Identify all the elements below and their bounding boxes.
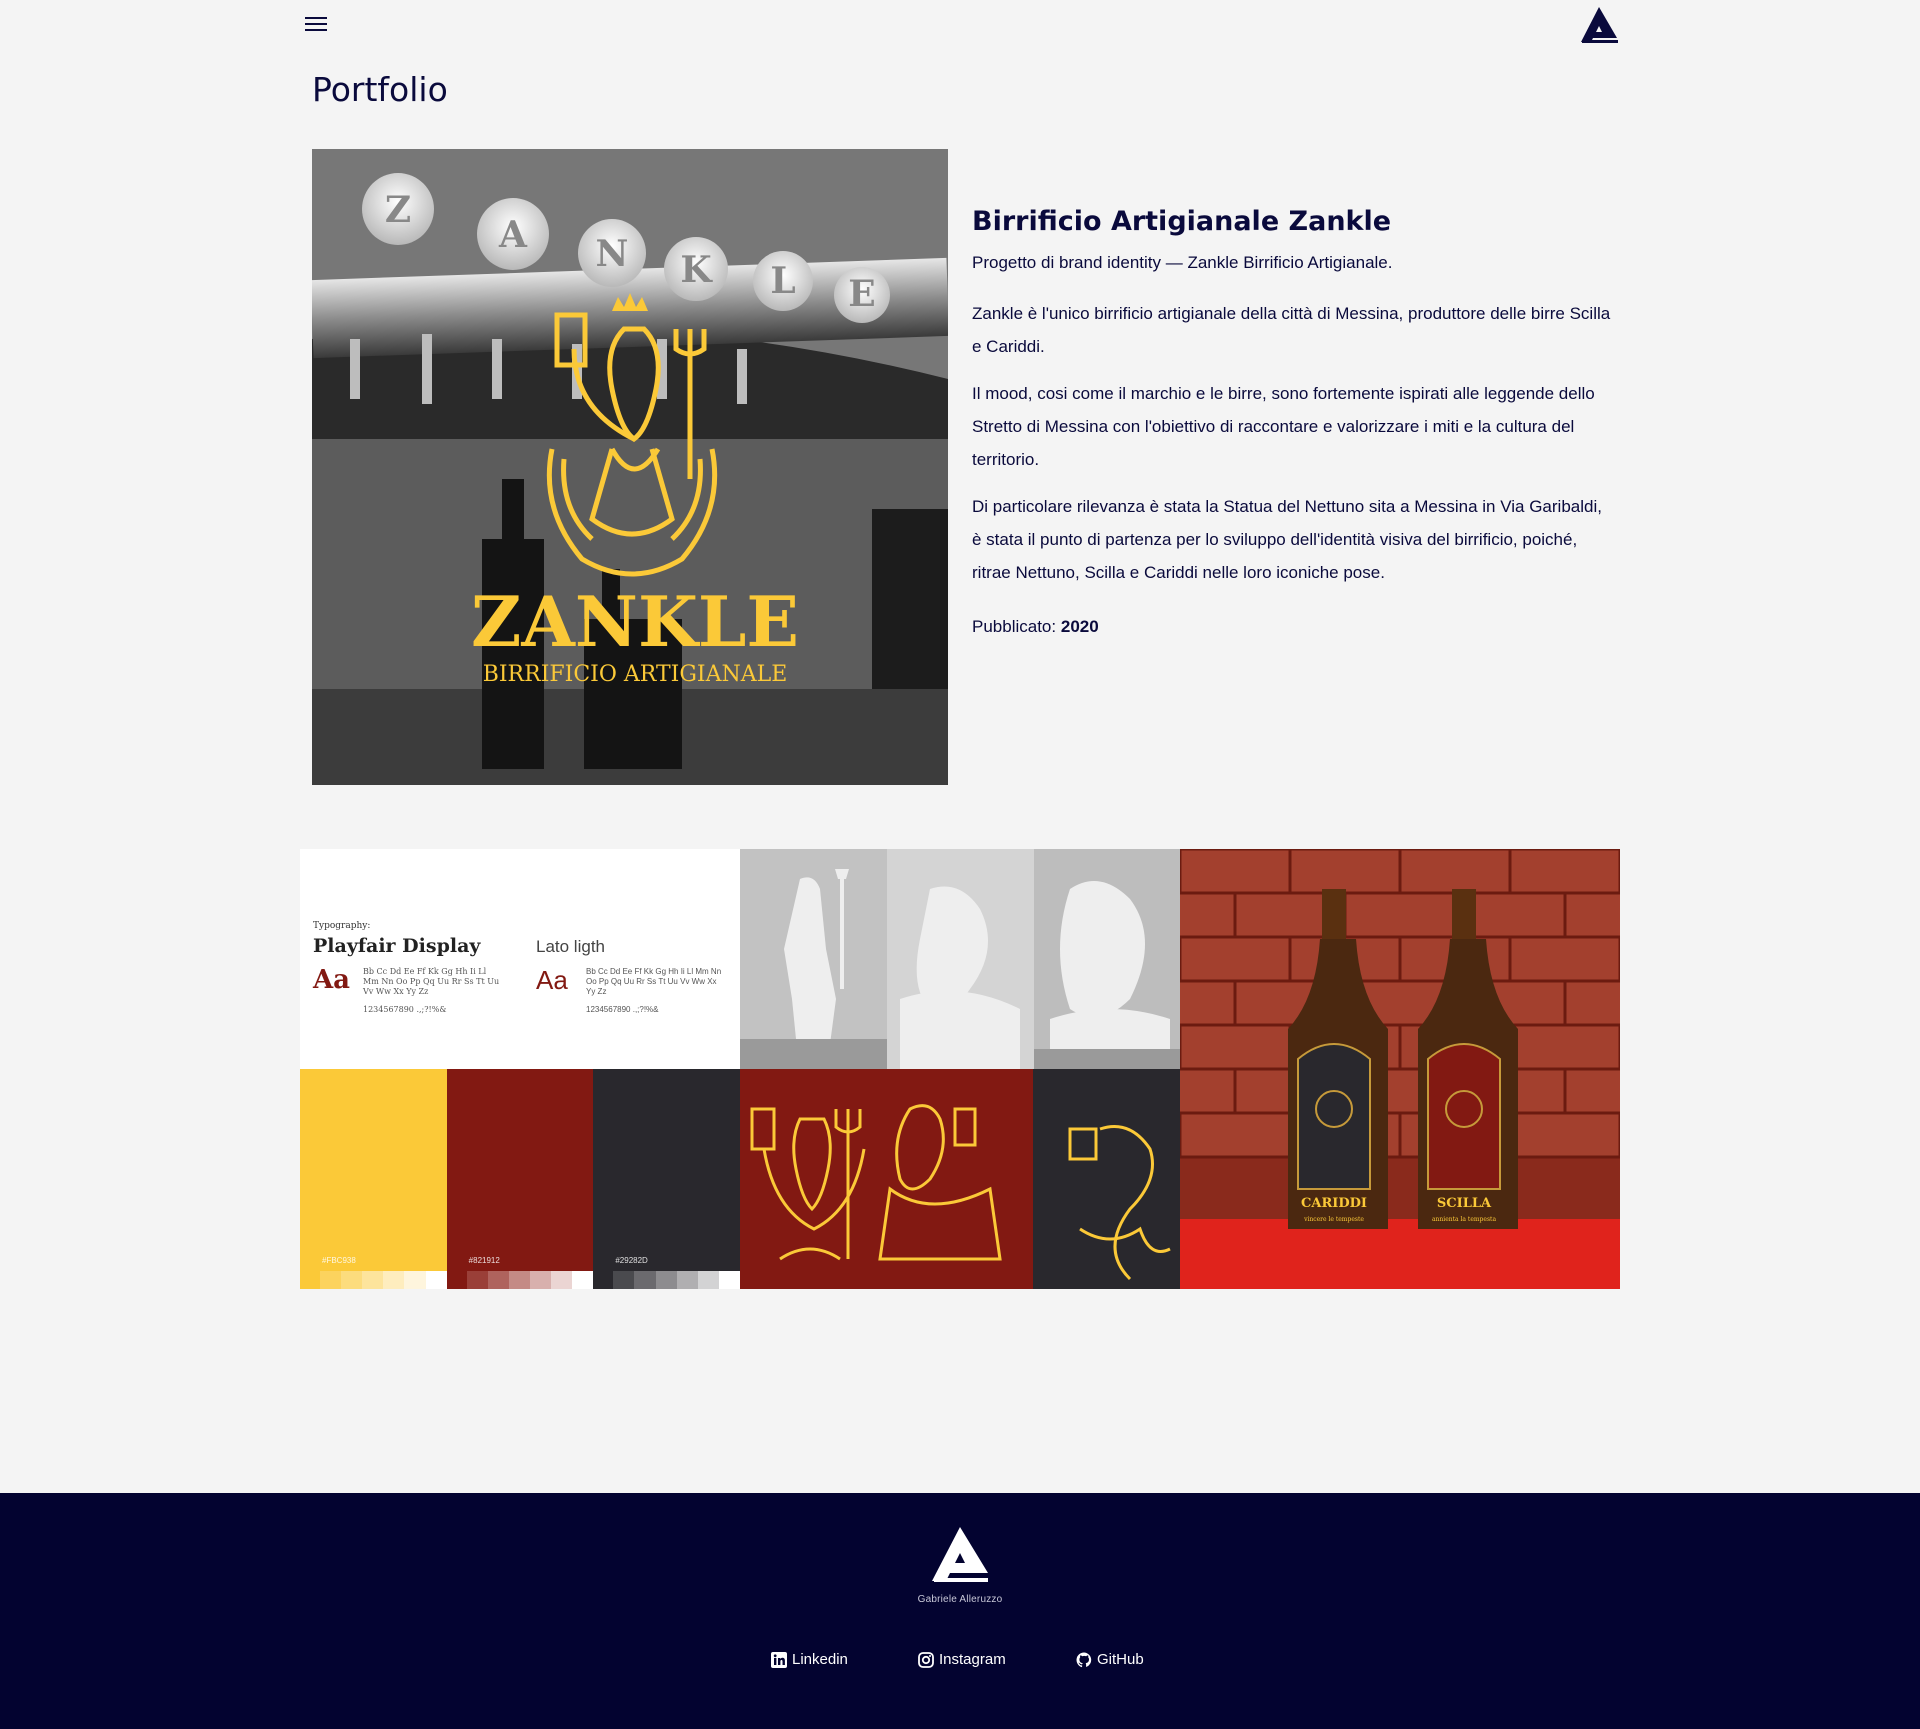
linkedin-link[interactable]: Linkedin bbox=[771, 1651, 848, 1668]
project-paragraph: Di particolare rilevanza è stata la Stat… bbox=[972, 497, 1602, 582]
github-link[interactable]: GitHub bbox=[1076, 1651, 1144, 1668]
svg-text:E: E bbox=[848, 273, 875, 315]
published-label: Pubblicato: bbox=[972, 617, 1057, 636]
font1-sample: Aa bbox=[313, 965, 351, 995]
font2-sample: Aa bbox=[536, 965, 568, 995]
hero-logo-wordmark: ZANKLE bbox=[471, 582, 799, 663]
font2-name: Lato ligth bbox=[536, 937, 605, 956]
instagram-label: Instagram bbox=[939, 1651, 1006, 1668]
typography-caption: Typography: bbox=[313, 921, 371, 931]
project-paragraph: Il mood, cosi come il marchio e le birre… bbox=[972, 384, 1595, 469]
ag-monogram-logo-icon[interactable] bbox=[1578, 4, 1620, 46]
footer-author-name: Gabriele Alleruzzo bbox=[917, 1594, 1003, 1605]
font2-numbers: 1234567890 .,;?!%& bbox=[586, 1005, 659, 1014]
font1-name: Playfair Display bbox=[313, 935, 481, 957]
site-footer: Gabriele Alleruzzo Linkedin Instagram Gi… bbox=[0, 1493, 1920, 1729]
ag-monogram-logo-icon[interactable] bbox=[928, 1523, 992, 1587]
bottle-label-cariddi: CARIDDI bbox=[1301, 1196, 1367, 1211]
hamburger-menu-icon[interactable] bbox=[303, 13, 329, 35]
project-info: Birrificio Artigianale Zankle Progetto d… bbox=[972, 206, 1612, 637]
svg-text:A: A bbox=[498, 214, 528, 256]
github-label: GitHub bbox=[1097, 1651, 1144, 1668]
swatch-hex: #29282D bbox=[615, 1256, 648, 1265]
font2-glyphs: Bb Cc Dd Ee Ff Kk Gg Hh Ii Ll Mm Nn Oo P… bbox=[586, 967, 722, 996]
color-swatch: #FBC938 bbox=[300, 1069, 447, 1289]
page-title: Portfolio bbox=[312, 70, 448, 109]
bottle-tagline-cariddi: vincere le tempeste bbox=[1303, 1216, 1364, 1223]
font1-numbers: 1234567890 .,;?!%& bbox=[363, 1005, 447, 1014]
svg-text:L: L bbox=[770, 260, 795, 302]
bottle-label-scilla: SCILLA bbox=[1437, 1196, 1492, 1211]
published-year: 2020 bbox=[1060, 617, 1099, 636]
github-icon bbox=[1076, 1652, 1092, 1667]
project-gallery: Typography: Playfair Display Aa Bb Cc Dd… bbox=[300, 849, 1620, 1289]
svg-text:Z: Z bbox=[385, 189, 411, 231]
svg-text:N: N bbox=[596, 233, 629, 275]
instagram-link[interactable]: Instagram bbox=[918, 1651, 1006, 1668]
swatch-hex: #FBC938 bbox=[322, 1256, 356, 1265]
instagram-icon bbox=[918, 1651, 934, 1668]
svg-text:K: K bbox=[680, 249, 713, 291]
color-palette: #FBC938 #821912 #29282D bbox=[300, 1069, 740, 1289]
color-swatch: #29282D bbox=[593, 1069, 740, 1289]
hero-logo-tagline: BIRRIFICIO ARTIGIANALE bbox=[483, 662, 788, 687]
project-cover-image: Z A N K L E ZANKLE BIRRIFICIO ARTIGIANAL… bbox=[312, 149, 948, 785]
published-date: Pubblicato: 2020 bbox=[972, 617, 1612, 637]
color-swatch: #821912 bbox=[446, 1069, 594, 1289]
typography-board: Typography: Playfair Display Aa Bb Cc Dd… bbox=[300, 849, 740, 1069]
bottle-tagline-scilla: annienta la tempesta bbox=[1432, 1216, 1496, 1223]
font1-glyphs: Bb Cc Dd Ee Ff Kk Gg Hh Ii Ll Mm Nn Oo P… bbox=[363, 967, 500, 996]
mythic-figures-illustrations bbox=[740, 1069, 1180, 1289]
neptune-statue-photos bbox=[740, 849, 1180, 1069]
swatch-hex: #821912 bbox=[468, 1256, 500, 1265]
project-paragraph: Zankle è l'unico birrificio artigianale … bbox=[972, 304, 1611, 356]
project-subtitle: Progetto di brand identity — Zankle Birr… bbox=[972, 253, 1393, 272]
beer-bottles-photo: CARIDDI vincere le tempeste SCILLA annie… bbox=[1180, 849, 1620, 1289]
linkedin-label: Linkedin bbox=[792, 1651, 848, 1668]
project-title: Birrificio Artigianale Zankle bbox=[972, 206, 1392, 237]
linkedin-icon bbox=[771, 1651, 787, 1668]
